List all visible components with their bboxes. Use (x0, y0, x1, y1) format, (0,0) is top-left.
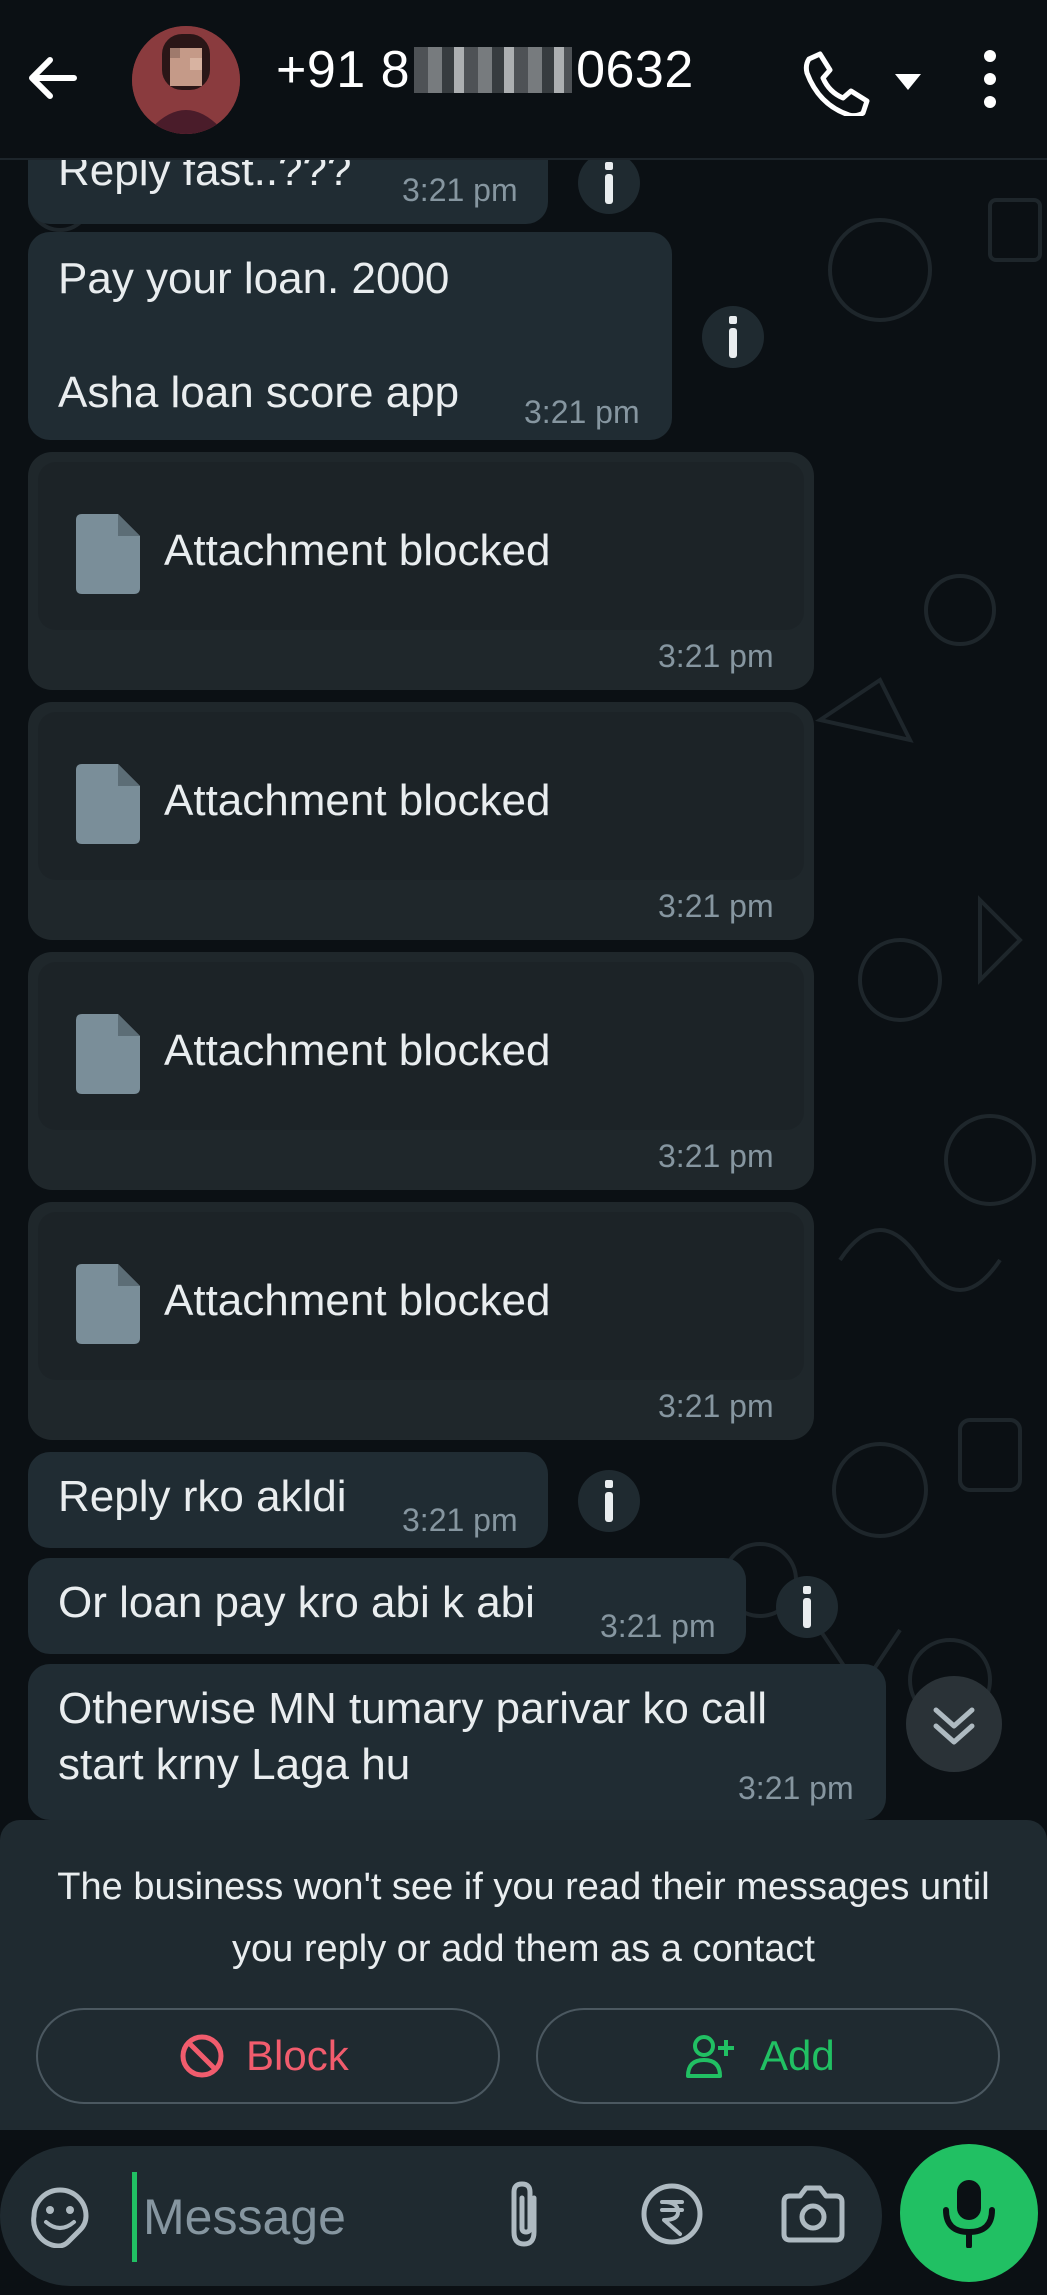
message-text-line2: Asha loan score app (58, 368, 460, 417)
message-bubble[interactable]: Otherwise MN tumary parivar ko call star… (28, 1664, 886, 1820)
camera-icon[interactable] (780, 2184, 846, 2246)
message-bubble[interactable]: Or loan pay kro abi k abi 3:21 pm (28, 1558, 746, 1654)
message-time: 3:21 pm (738, 1770, 854, 1806)
document-icon (76, 1014, 140, 1094)
attachment-label: Attachment blocked (164, 1276, 551, 1325)
phone-number-suffix: 0632 (576, 41, 694, 99)
block-icon (180, 2034, 224, 2078)
message-text-line1: Pay your loan. 2000 (58, 254, 450, 303)
message-text-line2: start krny Laga hu (58, 1740, 411, 1789)
more-options-icon[interactable] (970, 46, 1010, 112)
sticker-emoji-icon[interactable] (28, 2184, 92, 2248)
call-options-dropdown-icon[interactable] (893, 68, 923, 94)
attachment-blocked-bubble[interactable]: Attachment blocked 3:21 pm (28, 952, 814, 1190)
scroll-to-bottom-button[interactable] (906, 1676, 1002, 1772)
block-label: Block (246, 2032, 349, 2079)
message-info-icon[interactable] (578, 1470, 640, 1532)
message-text-line1: Otherwise MN tumary parivar ko call (58, 1684, 768, 1733)
add-contact-button[interactable]: Add (536, 2008, 1000, 2104)
message-info-icon[interactable] (702, 306, 764, 368)
contact-phone-number[interactable]: +91 8 0632 (276, 40, 694, 100)
attachment-blocked-bubble[interactable]: Attachment blocked 3:21 pm (28, 1202, 814, 1440)
attachment-blocked-bubble[interactable]: Attachment blocked 3:21 pm (28, 702, 814, 940)
business-notice-text: The business won't see if you read their… (57, 1866, 990, 1970)
chat-header: +91 8 0632 (0, 0, 1047, 160)
message-bubble[interactable]: Pay your loan. 2000 Asha loan score app … (28, 232, 672, 440)
paperclip-icon[interactable] (496, 2180, 556, 2252)
document-icon (76, 514, 140, 594)
message-time: 3:21 pm (658, 1388, 774, 1424)
message-input[interactable] (132, 2172, 475, 2262)
attachment-card: Attachment blocked (38, 962, 804, 1130)
document-icon (76, 1264, 140, 1344)
message-text: Or loan pay kro abi k abi (58, 1578, 535, 1627)
attachment-label: Attachment blocked (164, 1026, 551, 1075)
message-time: 3:21 pm (524, 394, 640, 430)
back-arrow-icon[interactable] (22, 48, 82, 108)
redacted-digits (414, 47, 573, 93)
message-time: 3:21 pm (658, 1138, 774, 1174)
message-time: 3:21 pm (658, 638, 774, 674)
message-composer (0, 2146, 882, 2286)
business-notice-banner: The business won't see if you read their… (0, 1820, 1047, 2130)
message-text: Reply rko akldi (58, 1472, 347, 1521)
message-time: 3:21 pm (402, 1502, 518, 1538)
contact-avatar[interactable] (132, 26, 240, 134)
attachment-card: Attachment blocked (38, 462, 804, 630)
rupee-payment-icon[interactable] (640, 2182, 704, 2246)
voice-message-button[interactable] (900, 2144, 1038, 2282)
attachment-card: Attachment blocked (38, 1212, 804, 1380)
message-time: 3:21 pm (402, 172, 518, 208)
add-person-icon (686, 2035, 734, 2078)
attachment-label: Attachment blocked (164, 776, 551, 825)
message-bubble[interactable]: Reply rko akldi 3:21 pm (28, 1452, 548, 1548)
block-button[interactable]: Block (36, 2008, 500, 2104)
phone-number-prefix: +91 8 (276, 41, 411, 99)
attachment-card: Attachment blocked (38, 712, 804, 880)
document-icon (76, 764, 140, 844)
attachment-label: Attachment blocked (164, 526, 551, 575)
microphone-icon (943, 2180, 995, 2248)
message-info-icon[interactable] (776, 1576, 838, 1638)
message-time: 3:21 pm (600, 1608, 716, 1644)
avatar-image (132, 26, 240, 134)
add-label: Add (760, 2032, 835, 2079)
attachment-blocked-bubble[interactable]: Attachment blocked 3:21 pm (28, 452, 814, 690)
phone-call-icon[interactable] (800, 46, 870, 116)
double-chevron-down-icon (933, 1707, 975, 1745)
message-info-icon[interactable] (578, 152, 640, 214)
message-time: 3:21 pm (658, 888, 774, 924)
